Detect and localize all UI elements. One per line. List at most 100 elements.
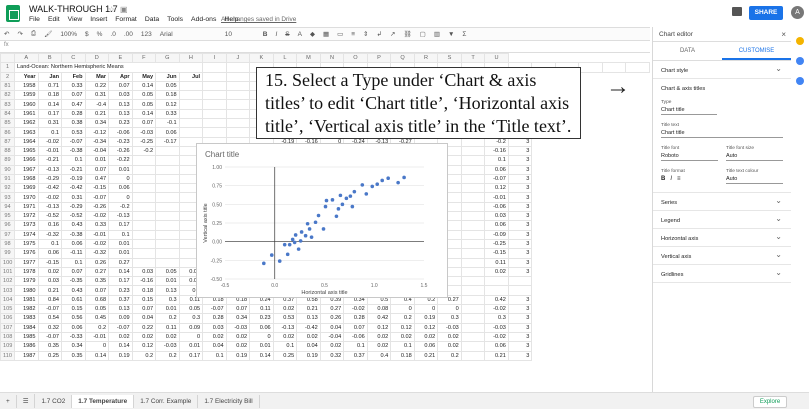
- table-cell[interactable]: -0.12: [84, 127, 110, 138]
- table-cell[interactable]: 0.02: [37, 266, 63, 278]
- table-cell[interactable]: -0.07: [108, 322, 133, 333]
- scatter-chart[interactable]: Chart title -0.50 -0.25 0.00 0.25 0.50 0.75 1.…: [196, 143, 448, 298]
- table-cell[interactable]: 0.05: [178, 303, 204, 315]
- table-cell[interactable]: 0.07: [131, 118, 157, 129]
- table-cell[interactable]: 0.05: [84, 303, 110, 315]
- table-cell[interactable]: 1968: [14, 173, 39, 185]
- table-cell[interactable]: 0.02: [155, 331, 180, 343]
- table-cell[interactable]: 0.31: [37, 118, 63, 129]
- row-header[interactable]: 97: [0, 229, 15, 240]
- table-cell[interactable]: 1959: [14, 90, 39, 101]
- table-cell[interactable]: 0.14: [249, 350, 274, 361]
- table-cell[interactable]: 0.35: [37, 341, 63, 352]
- table-row[interactable]: 107 1984 0.32 0.06 0.2 -0.07 0.22 0.11 0.09 0.03-…: [0, 322, 650, 333]
- column-header[interactable]: O: [343, 53, 368, 64]
- row-header[interactable]: 93: [0, 192, 15, 203]
- row-header[interactable]: 100: [0, 257, 15, 268]
- zoom-select[interactable]: 100%: [56, 31, 81, 38]
- table-cell[interactable]: 0.68: [84, 294, 110, 306]
- print-icon[interactable]: ⎙: [27, 30, 40, 38]
- comment-icon[interactable]: ▢: [416, 30, 430, 38]
- table-cell[interactable]: 0.1: [484, 155, 509, 166]
- rotate-icon[interactable]: ↗: [386, 30, 399, 38]
- tab-data[interactable]: DATA: [653, 42, 722, 60]
- row-header[interactable]: 107: [0, 322, 15, 333]
- row-header[interactable]: 103: [0, 285, 15, 296]
- table-cell[interactable]: 0.2: [155, 313, 180, 324]
- wrap-icon[interactable]: ↲: [373, 30, 386, 38]
- table-cell[interactable]: -0.32: [84, 248, 110, 259]
- table-cell[interactable]: 0.1: [108, 229, 133, 240]
- redo-icon[interactable]: ↷: [13, 30, 26, 38]
- table-cell[interactable]: 0.23: [108, 285, 133, 296]
- table-cell[interactable]: 0.53: [272, 313, 298, 324]
- table-cell[interactable]: 0.13: [108, 108, 133, 120]
- table-cell[interactable]: [460, 257, 486, 268]
- table-cell[interactable]: 0.84: [37, 294, 63, 306]
- table-cell[interactable]: [155, 229, 180, 240]
- table-cell[interactable]: Land-Ocean: Northern Hemispheric Means: [13, 62, 204, 73]
- section-chart-axis-titles[interactable]: Chart & axis titles Type Chart title Tit…: [653, 79, 791, 193]
- table-cell[interactable]: -0.02: [37, 136, 63, 147]
- table-cell[interactable]: 3: [507, 341, 533, 352]
- table-cell[interactable]: 0.42: [484, 294, 509, 306]
- column-header[interactable]: P: [366, 53, 392, 64]
- row-header[interactable]: 108: [0, 331, 15, 343]
- row-header[interactable]: 81: [0, 80, 15, 92]
- table-cell[interactable]: 0.25: [272, 350, 298, 361]
- column-header[interactable]: S: [437, 53, 462, 64]
- table-cell[interactable]: [507, 276, 533, 287]
- table-cell[interactable]: -0.16: [484, 145, 509, 157]
- table-cell[interactable]: 0: [413, 303, 439, 315]
- borders-icon[interactable]: ▦: [319, 30, 333, 38]
- sheets-logo-icon[interactable]: [6, 5, 20, 22]
- column-header[interactable]: N: [319, 53, 345, 64]
- table-cell[interactable]: [131, 164, 157, 175]
- row-header[interactable]: 88: [0, 145, 15, 157]
- row-header[interactable]: 99: [0, 248, 15, 259]
- table-cell[interactable]: 0.11: [249, 303, 274, 315]
- table-cell[interactable]: 0.05: [131, 99, 157, 110]
- table-cell[interactable]: [155, 192, 180, 203]
- table-cell[interactable]: 3: [507, 201, 533, 213]
- table-cell[interactable]: 0.07: [84, 285, 110, 296]
- table-cell[interactable]: 1969: [14, 183, 39, 194]
- table-cell[interactable]: [225, 118, 251, 129]
- table-cell[interactable]: [460, 229, 486, 240]
- table-cell[interactable]: [460, 192, 486, 203]
- table-cell[interactable]: 0.04: [131, 313, 157, 324]
- table-cell[interactable]: 0.06: [484, 164, 509, 175]
- table-cell[interactable]: -0.07: [37, 331, 63, 343]
- table-cell[interactable]: [155, 155, 180, 166]
- table-cell[interactable]: [155, 211, 180, 222]
- table-cell[interactable]: 3: [507, 303, 533, 315]
- table-cell[interactable]: 1961: [14, 108, 39, 120]
- table-cell[interactable]: 0.01: [108, 238, 133, 250]
- table-cell[interactable]: [460, 341, 486, 352]
- paint-format-icon[interactable]: 🖌: [40, 30, 56, 38]
- table-cell[interactable]: 0.02: [108, 331, 133, 343]
- row-header[interactable]: 94: [0, 201, 15, 213]
- fill-color-icon[interactable]: ◆: [306, 30, 319, 38]
- tab-co2[interactable]: 1.7 CO2: [35, 394, 73, 408]
- column-header[interactable]: A: [14, 53, 39, 64]
- column-header[interactable]: R: [413, 53, 439, 64]
- table-cell[interactable]: 0.01: [84, 155, 110, 166]
- table-cell[interactable]: 0.19: [413, 313, 439, 324]
- table-cell[interactable]: [178, 127, 204, 138]
- table-cell[interactable]: 0.1: [37, 238, 63, 250]
- table-cell[interactable]: 0.32: [37, 322, 63, 333]
- table-cell[interactable]: 0.02: [225, 341, 251, 352]
- table-cell[interactable]: 0.03: [37, 276, 63, 287]
- table-cell[interactable]: 0.1: [343, 341, 368, 352]
- table-cell[interactable]: Jun: [155, 71, 180, 82]
- table-cell[interactable]: 0.11: [155, 322, 180, 333]
- table-cell[interactable]: 0.22: [131, 322, 157, 333]
- table-cell[interactable]: [225, 80, 251, 92]
- table-cell[interactable]: 0.06: [484, 341, 509, 352]
- all-sheets-icon[interactable]: ☰: [17, 394, 36, 408]
- row-header[interactable]: 95: [0, 211, 15, 222]
- table-cell[interactable]: [460, 350, 486, 361]
- table-cell[interactable]: -0.09: [484, 229, 509, 240]
- table-cell[interactable]: 0.4: [366, 350, 392, 361]
